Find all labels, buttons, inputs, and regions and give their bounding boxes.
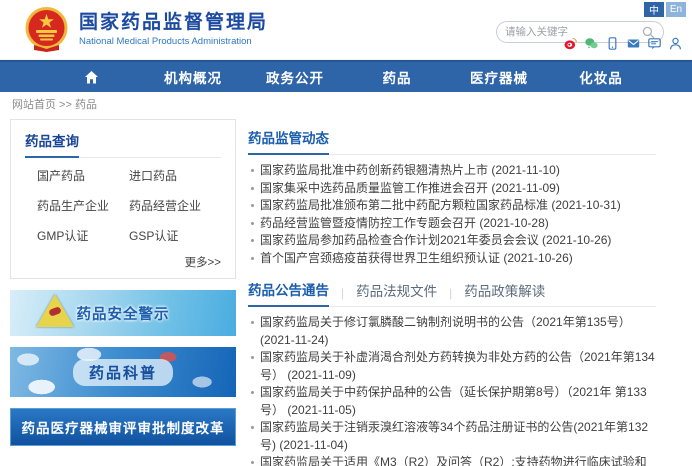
drug-query-panel: 药品查询 国产药品 进口药品 药品生产企业 药品经营企业 GMP认证 GSP认证… — [10, 119, 236, 279]
list-item[interactable]: 国家药监局关于适用《M3（R2）及问答（R2）:支持药物进行临床试验和上市的非临… — [250, 454, 656, 466]
list-item[interactable]: 国家集采中选药品质量监管工作推进会召开 (2021-11-09) — [250, 180, 656, 198]
section-regulatory-news: 药品监管动态 国家药监局批准中药创新药银翘清热片上市 (2021-11-10) … — [248, 127, 656, 271]
page-content: 药品查询 国产药品 进口药品 药品生产企业 药品经营企业 GMP认证 GSP认证… — [0, 115, 692, 466]
announcements-list: 国家药监局关于修订氯膦酸二钠制剂说明书的公告（2021年第135号） (2021… — [248, 307, 656, 466]
tab-announcements[interactable]: 药品公告通告 — [248, 279, 329, 307]
query-more-link[interactable]: 更多>> — [25, 254, 221, 270]
news-date: (2021-11-24) — [260, 333, 328, 347]
mobile-icon[interactable] — [606, 37, 619, 50]
nav-item-drugs[interactable]: 药品 — [346, 62, 448, 92]
tab-divider: | — [341, 286, 344, 306]
news-date: (2021-11-10) — [491, 163, 559, 177]
query-link-gmp[interactable]: GMP认证 — [37, 227, 129, 244]
site-header: 国家药品监督管理局 National Medical Products Admi… — [0, 0, 692, 60]
list-item[interactable]: 药品经营监管暨疫情防控工作专题会召开 (2021-10-28) — [250, 215, 656, 233]
home-icon — [84, 70, 99, 85]
bullet-icon — [251, 257, 254, 260]
news-link[interactable]: 国家药监局批准颁布第二批中药配方颗粒国家药品标准 — [260, 198, 548, 212]
user-icon[interactable] — [669, 37, 682, 50]
list-item[interactable]: 国家药监局参加药品检查合作计划2021年委员会会议 (2021-10-26) — [250, 232, 656, 250]
news-link[interactable]: 国家药监局参加药品检查合作计划2021年委员会会议 — [260, 233, 539, 247]
bullet-icon — [251, 461, 254, 464]
lang-zh-button[interactable]: 中 — [644, 2, 664, 17]
banner-drug-safety-warning[interactable]: 药品安全警示 — [10, 290, 236, 336]
weibo-icon[interactable] — [564, 37, 577, 50]
list-item[interactable]: 国家药监局关于补虚消渴合剂处方药转换为非处方药的公告（2021年第134号） (… — [250, 349, 656, 384]
national-emblem-logo — [24, 7, 69, 52]
banner-drug-science[interactable]: 药品科普 — [10, 347, 236, 397]
regulatory-news-list: 国家药监局批准中药创新药银翘清热片上市 (2021-11-10) 国家集采中选药… — [248, 155, 656, 271]
query-link-domestic-drugs[interactable]: 国产药品 — [37, 167, 129, 184]
news-date: (2021-10-26) — [503, 251, 572, 265]
banner-review-reform[interactable]: 药品医疗器械审评审批制度改革 — [10, 408, 236, 446]
nav-home[interactable] — [40, 62, 142, 92]
site-title: 国家药品监督管理局 — [79, 12, 268, 35]
bullet-icon — [251, 321, 254, 324]
warning-triangle-icon — [36, 294, 74, 327]
bullet-icon — [251, 356, 254, 359]
banner-label: 药品安全警示 — [77, 303, 170, 324]
main-column: 药品监管动态 国家药监局批准中药创新药银翘清热片上市 (2021-11-10) … — [248, 119, 656, 466]
list-item[interactable]: 国家药监局批准颁布第二批中药配方颗粒国家药品标准 (2021-10-31) — [250, 197, 656, 215]
news-date: (2021-11-05) — [287, 403, 355, 417]
news-link[interactable]: 首个国产宫颈癌疫苗获得世界卫生组织预认证 — [260, 251, 500, 265]
tab-divider: | — [449, 286, 452, 306]
news-date: (2021-11-09) — [287, 368, 355, 382]
bullet-icon — [251, 204, 254, 207]
language-toggle: 中 En — [644, 2, 686, 17]
email-icon[interactable] — [627, 37, 640, 50]
site-subtitle: National Medical Products Administration — [79, 36, 268, 47]
lang-en-button[interactable]: En — [666, 2, 686, 17]
query-link-distributors[interactable]: 药品经营企业 — [129, 197, 221, 214]
social-links — [564, 37, 682, 50]
bullet-icon — [251, 222, 254, 225]
news-date: (2021-10-31) — [551, 198, 620, 212]
query-link-gsp[interactable]: GSP认证 — [129, 227, 221, 244]
list-item[interactable]: 首个国产宫颈癌疫苗获得世界卫生组织预认证 (2021-10-26) — [250, 250, 656, 268]
nav-item-gov[interactable]: 政务公开 — [244, 62, 346, 92]
nav-item-org[interactable]: 机构概况 — [142, 62, 244, 92]
wechat-icon[interactable] — [585, 37, 598, 50]
sidebar: 药品查询 国产药品 进口药品 药品生产企业 药品经营企业 GMP认证 GSP认证… — [10, 119, 236, 466]
list-item[interactable]: 国家药监局批准中药创新药银翘清热片上市 (2021-11-10) — [250, 162, 656, 180]
banner-label: 药品医疗器械审评审批制度改革 — [22, 417, 225, 437]
news-link[interactable]: 国家药监局关于适用《M3（R2）及问答（R2）:支持药物进行临床试验和上市的非临… — [260, 455, 651, 466]
news-date: (2021-10-26) — [542, 233, 611, 247]
news-link[interactable]: 国家药监局关于修订氯膦酸二钠制剂说明书的公告（2021年第135号） — [260, 315, 631, 329]
breadcrumb[interactable]: 网站首页 >> 药品 — [0, 92, 692, 115]
nav-item-devices[interactable]: 医疗器械 — [448, 62, 550, 92]
news-date: (2021-10-28) — [479, 216, 548, 230]
bullet-icon — [251, 426, 254, 429]
list-item[interactable]: 国家药监局关于修订氯膦酸二钠制剂说明书的公告（2021年第135号） (2021… — [250, 314, 656, 349]
tab-policy-interpretation[interactable]: 药品政策解读 — [464, 280, 545, 306]
bullet-icon — [251, 391, 254, 394]
news-link[interactable]: 国家集采中选药品质量监管工作推进会召开 — [260, 181, 488, 195]
drug-query-title: 药品查询 — [25, 130, 79, 158]
query-link-imported-drugs[interactable]: 进口药品 — [129, 167, 221, 184]
nav-item-cosmetics[interactable]: 化妆品 — [550, 62, 652, 92]
message-icon[interactable] — [648, 37, 661, 50]
site-brand[interactable]: 国家药品监督管理局 National Medical Products Admi… — [24, 7, 268, 52]
news-link[interactable]: 国家药监局批准中药创新药银翘清热片上市 — [260, 163, 488, 177]
news-date: (2021-11-09) — [491, 181, 559, 195]
section-announcements: 药品公告通告 | 药品法规文件 | 药品政策解读 国家药监局关于修订氯膦酸二钠制… — [248, 279, 656, 466]
bullet-icon — [251, 169, 254, 172]
query-link-manufacturers[interactable]: 药品生产企业 — [37, 197, 129, 214]
tab-regulations[interactable]: 药品法规文件 — [356, 280, 437, 306]
banner-label: 药品科普 — [73, 359, 173, 386]
list-item[interactable]: 国家药监局关于注销汞溴红溶液等34个药品注册证书的公告(2021年第132号) … — [250, 419, 656, 454]
bullet-icon — [251, 187, 254, 190]
list-item[interactable]: 国家药监局关于中药保护品种的公告（延长保护期第8号）（2021年 第133号） … — [250, 384, 656, 419]
news-link[interactable]: 药品经营监管暨疫情防控工作专题会召开 — [260, 216, 476, 230]
tab-regulatory-news[interactable]: 药品监管动态 — [248, 127, 329, 155]
main-nav: 机构概况 政务公开 药品 医疗器械 化妆品 — [0, 60, 692, 92]
news-date: (2021-11-04) — [279, 438, 347, 452]
bullet-icon — [251, 239, 254, 242]
